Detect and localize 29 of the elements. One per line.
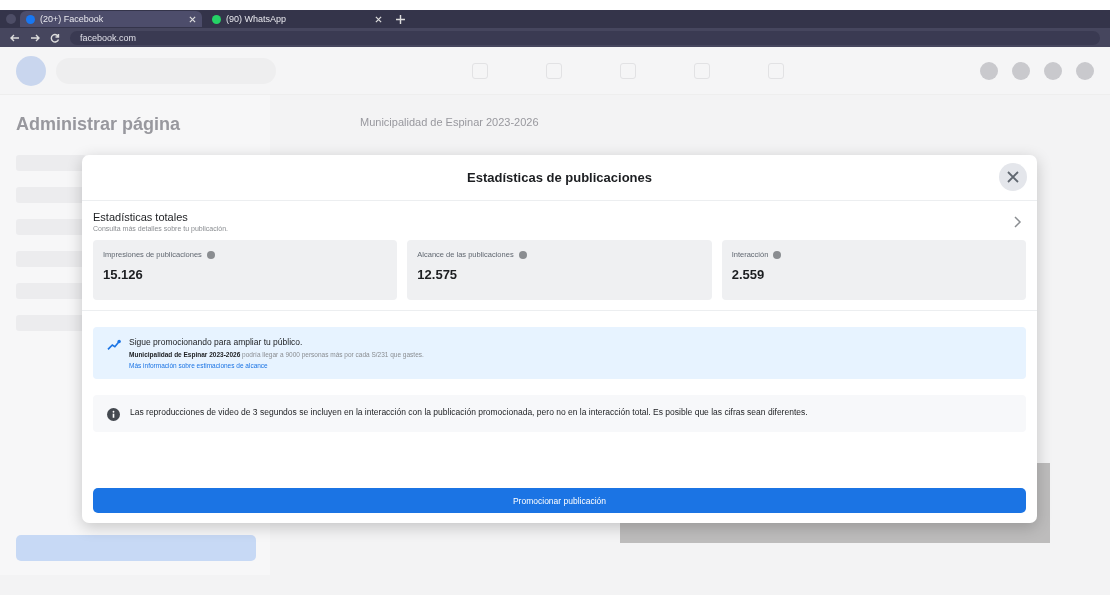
promote-button[interactable]: Promocionar publicación (93, 488, 1026, 513)
back-icon[interactable] (10, 32, 20, 43)
address-bar[interactable]: facebook.com (70, 30, 1100, 45)
close-tab-icon[interactable] (189, 15, 196, 23)
browser-tab[interactable]: (20+) Facebook (20, 11, 202, 27)
close-button[interactable] (999, 163, 1027, 191)
new-tab-icon[interactable] (396, 14, 405, 24)
stat-value: 15.126 (103, 267, 144, 282)
stat-value: 2.559 (731, 267, 766, 282)
sidebar-item[interactable] (16, 155, 86, 171)
dialog-title: Estadísticas de publicaciones (467, 170, 652, 185)
chevron-icon (1014, 215, 1022, 228)
page-name: Municipalidad de Espinar 2023-2026 (360, 116, 539, 128)
sidebar-title: Administrar página (16, 113, 181, 135)
trend-icon (107, 339, 121, 351)
info-icon (107, 408, 120, 421)
section-title: Estadísticas totales (93, 211, 189, 223)
browser-tab[interactable]: (90) WhatsApp (206, 11, 388, 27)
tab-menu-icon[interactable] (6, 14, 16, 24)
tab-logo-icon (26, 14, 35, 24)
promo-title: Sigue promocionando para ampliar tu público. (129, 337, 304, 347)
tab-logo-icon (212, 14, 221, 24)
close-icon (1007, 171, 1019, 183)
stat-value: 12.575 (417, 267, 459, 282)
info-text: Las reproducciones de video de 3 segundos se incluyen en la interacción con la publicación promocionada, pero no en la interacción total. Es posible que las cifras sean diferentes. (130, 406, 808, 418)
sidebar-button[interactable] (16, 535, 256, 561)
reload-icon[interactable] (50, 32, 60, 43)
forward-icon[interactable] (30, 32, 40, 43)
close-tab-icon[interactable] (375, 15, 382, 23)
